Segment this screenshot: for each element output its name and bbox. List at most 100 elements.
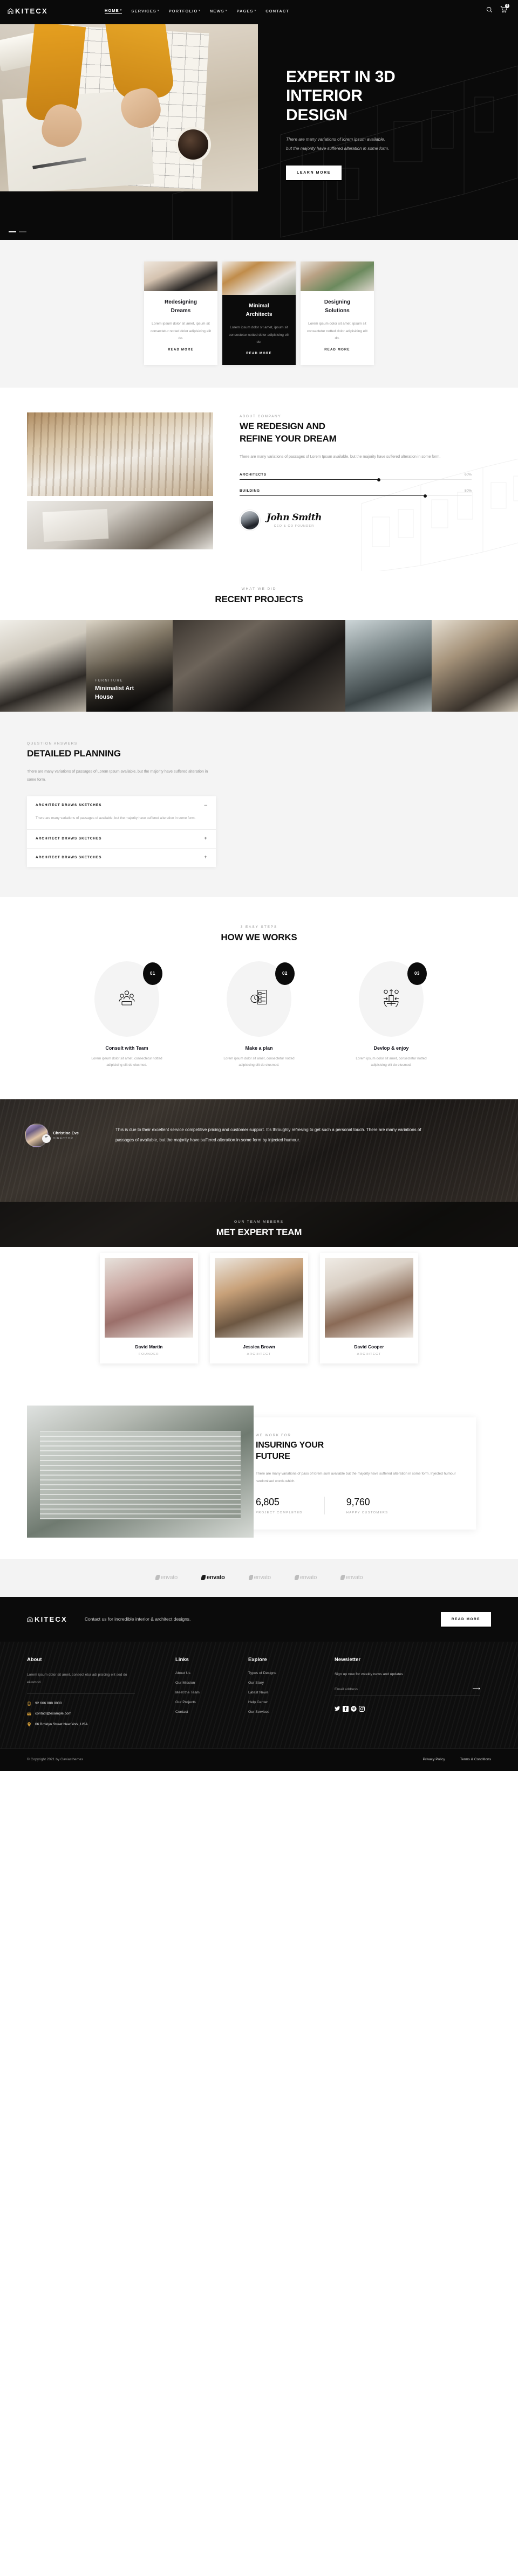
footer-link-our-services[interactable]: Our Services [248, 1710, 335, 1714]
footer-link-our-story[interactable]: Our Story [248, 1681, 335, 1685]
cta-logo[interactable]: KITECX [27, 1615, 67, 1623]
nav-label: SERVICES [131, 8, 156, 13]
skill-track [240, 478, 472, 481]
footer-link-contact[interactable]: Contact [175, 1710, 248, 1714]
page: KITECX HOME ▾ SERVICES ▾ PORTFOLIO ▾ NEW… [0, 0, 518, 1771]
footer-about-column: About Lorem ipsum dolor sit amet, consec… [27, 1657, 175, 1727]
chevron-down-icon: ▾ [254, 9, 257, 12]
footer-link-about-us[interactable]: About Us [175, 1671, 248, 1675]
brand-logo[interactable]: envato [155, 1574, 178, 1581]
project-tile-featured[interactable]: FURNITURE Minimalist Art House [86, 619, 173, 712]
nav-item-news[interactable]: NEWS ▾ [210, 9, 228, 13]
search-icon[interactable] [486, 6, 493, 16]
accordion-header[interactable]: ARCHITECT DRAWS SKETCHES + [27, 830, 216, 848]
nav-item-contact[interactable]: CONTACT [265, 9, 289, 13]
planning-title: DETAILED PLANNING [27, 748, 121, 759]
service-card-minimal-architects[interactable]: Minimal Architects Lorem ipsum dolor sit… [222, 261, 296, 365]
pinterest-icon[interactable] [351, 1706, 357, 1712]
nav-item-services[interactable]: SERVICES ▾ [131, 9, 159, 13]
footer-explore-list: Types of Designs Our Story Latest News H… [248, 1671, 335, 1714]
footer-divider [27, 1693, 135, 1694]
nav-item-pages[interactable]: PAGES ▾ [236, 9, 256, 13]
brand-label: envato [299, 1574, 317, 1581]
hero-subtitle: There are many variations of lorem ipsum… [286, 135, 496, 154]
hero-slider-dot-1[interactable] [9, 231, 16, 232]
footer-link-our-mission[interactable]: Our Mission [175, 1681, 248, 1685]
team-member-card[interactable]: David Cooper ARCHITECT [320, 1252, 418, 1363]
footer-link-our-projects[interactable]: Our Projects [175, 1700, 248, 1704]
footer-link-meet-the-team[interactable]: Meet the Team [175, 1691, 248, 1695]
stat-label: HAPPY CUSTOMERS [346, 1511, 388, 1515]
accordion-header[interactable]: ARCHITECT DRAWS SKETCHES + [27, 849, 216, 867]
footer-link-privacy-policy[interactable]: Privacy Policy [423, 1758, 445, 1761]
insuring-stats: 6,805 PROJECT COMPLETED 9,760 HAPPY CUST… [256, 1497, 459, 1515]
brand-logo[interactable]: envato [294, 1574, 317, 1581]
service-title-line-1: Designing [324, 299, 351, 305]
service-card-redesigning-dreams[interactable]: Redesigning Dreams Lorem ipsum dolor sit… [144, 261, 217, 365]
project-tile[interactable] [345, 619, 432, 712]
brand-logo[interactable]: envato [248, 1574, 271, 1581]
footer-link-help-center[interactable]: Help Center [248, 1700, 335, 1704]
footer-link-latest-news[interactable]: Latest News [248, 1691, 335, 1695]
step-label: Make a plan [245, 1045, 273, 1051]
plus-icon: + [204, 854, 207, 860]
step-number-badge: 01 [143, 962, 162, 985]
footer-about-text: Lorem ipsum dolor sit amet, consect etur… [27, 1672, 127, 1685]
nav-item-home[interactable]: HOME ▾ [104, 8, 122, 14]
about-images [27, 412, 221, 549]
hero-image [0, 24, 258, 191]
footer-link-terms-conditions[interactable]: Terms & Conditions [460, 1758, 491, 1761]
hero-slider-dot-2[interactable] [19, 231, 26, 232]
envato-leaf-icon [155, 1574, 160, 1580]
site-header: KITECX HOME ▾ SERVICES ▾ PORTFOLIO ▾ NEW… [0, 0, 518, 22]
team-member-card[interactable]: Jessica Brown ARCHITECT [210, 1252, 308, 1363]
service-card-designing-solutions[interactable]: Designing Solutions Lorem ipsum dolor si… [301, 261, 374, 365]
insuring-title-line-2: FUTURE [256, 1452, 290, 1462]
team-member-card[interactable]: David Martin FOUNDER [100, 1252, 198, 1363]
service-title-line-2: Solutions [325, 307, 350, 314]
mail-icon [27, 1712, 31, 1716]
brand-label: envato [346, 1574, 363, 1581]
service-card-body: Redesigning Dreams Lorem ipsum dolor sit… [144, 291, 217, 353]
footer-explore-heading: Explore [248, 1656, 267, 1663]
service-read-more-link[interactable]: READ MORE [246, 352, 271, 355]
brands-row: envato envato envato envato envato [0, 1574, 518, 1581]
brand-logo-active[interactable]: envato [201, 1574, 225, 1581]
cart-icon[interactable]: 0 [500, 4, 509, 16]
footer-link-types-of-designs[interactable]: Types of Designs [248, 1671, 335, 1675]
team-member-meta: David Cooper ARCHITECT [325, 1338, 413, 1363]
cta-read-more-button[interactable]: READ MORE [440, 1611, 491, 1627]
step-consult-with-team: 01 Consult with Team Lorem ipsum dolor s… [76, 961, 178, 1069]
newsletter-email-input[interactable] [335, 1687, 473, 1691]
footer-contact-value: 92 666 888 0000 [35, 1702, 62, 1706]
arrow-right-icon[interactable]: ⟶ [473, 1686, 480, 1692]
minus-icon: – [204, 802, 207, 808]
brand-logo[interactable]: envato [340, 1574, 363, 1581]
about-blueprint-graphic [361, 458, 518, 571]
footer-contact-phone[interactable]: 92 666 888 0000 [27, 1702, 175, 1706]
project-tile[interactable] [432, 619, 518, 712]
insuring-title: INSURING YOUR FUTURE [256, 1439, 459, 1463]
nav-label: PORTFOLIO [168, 8, 198, 13]
footer-contact-address[interactable]: 66 Broklyn Street New York, USA [27, 1722, 175, 1727]
hero-learn-more-button[interactable]: LEARN MORE [286, 165, 342, 180]
twitter-icon[interactable] [335, 1706, 340, 1712]
projects-eyebrow: WHAT WE DID [241, 587, 277, 591]
step-number-badge: 03 [407, 962, 427, 985]
project-tile[interactable] [173, 619, 345, 712]
nav-item-portfolio[interactable]: PORTFOLIO ▾ [169, 9, 201, 13]
planning-content: QUESTION ANSWERS DETAILED PLANNING There… [0, 712, 259, 897]
service-read-more-link[interactable]: READ MORE [168, 348, 193, 352]
facebook-icon[interactable] [343, 1706, 349, 1712]
step-label: Devlop & enjoy [373, 1045, 409, 1051]
site-logo[interactable]: KITECX [8, 7, 48, 15]
instagram-icon[interactable] [359, 1706, 365, 1712]
project-tile[interactable] [0, 619, 86, 712]
hero-coffee-cup [178, 129, 208, 160]
founder-avatar [240, 510, 260, 531]
service-card-image [144, 261, 217, 291]
projects-grid: FURNITURE Minimalist Art House [0, 619, 518, 712]
accordion-header[interactable]: ARCHITECT DRAWS SKETCHES – [27, 796, 216, 815]
service-read-more-link[interactable]: READ MORE [324, 348, 350, 352]
footer-contact-email[interactable]: contact@example.com [27, 1712, 175, 1716]
